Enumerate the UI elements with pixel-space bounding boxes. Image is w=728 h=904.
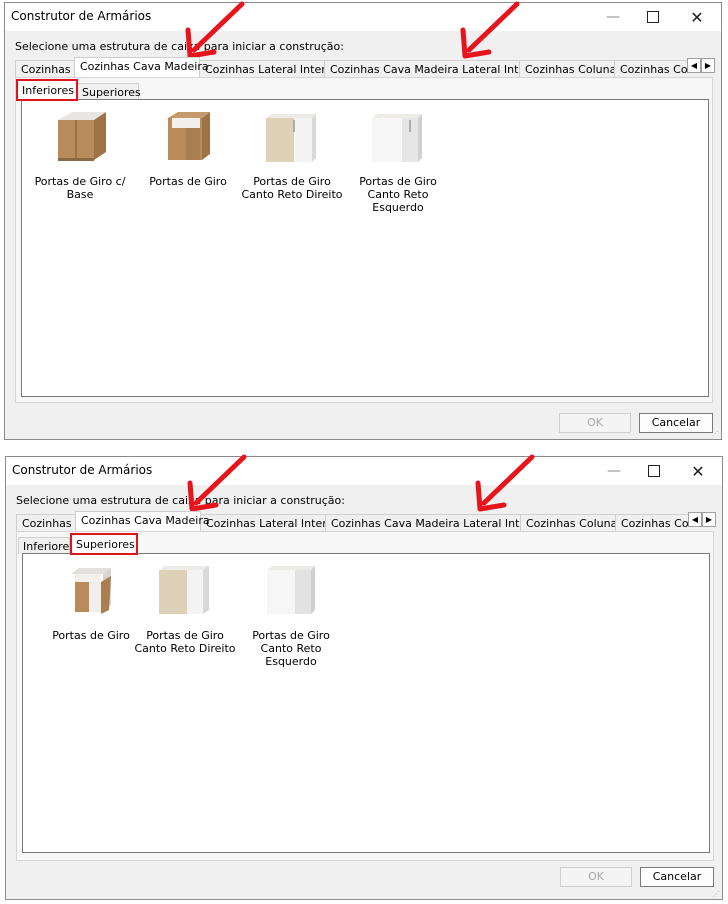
close-button[interactable]: ✕ [678, 457, 718, 485]
tab-scroll-buttons: ◀ ▶ [688, 512, 716, 527]
close-icon: ✕ [690, 7, 704, 27]
wall-corner-cabinet-left-icon [267, 566, 315, 614]
cabinet-two-doors-icon [168, 112, 210, 160]
annotation-arrow-icon [185, 1, 245, 59]
tab-cozinhas-lateral-interna[interactable]: Cozinhas Lateral Interna [200, 514, 340, 531]
list-item[interactable]: Portas de Giro Canto Reto Direito [133, 564, 237, 655]
minimize-button[interactable]: — [593, 3, 633, 31]
category-tabs: Cozinhas Cozinhas Cava Madeira Cozinhas … [15, 57, 713, 77]
list-item[interactable]: Portas de Giro Canto Reto Esquerdo [346, 110, 450, 214]
tab-label: Cozinhas Cava Madeira [80, 60, 209, 73]
tab-label: Cozinhas [21, 63, 71, 76]
item-label: Portas de Giro Canto Reto Esquerdo [252, 629, 330, 668]
ok-button[interactable]: OK [559, 413, 631, 433]
wall-cabinet-open-icon [71, 568, 111, 614]
list-item[interactable]: Portas de Giro [136, 110, 240, 188]
cancel-label: Cancelar [652, 870, 702, 883]
close-icon: ✕ [691, 461, 705, 481]
cancel-button[interactable]: Cancelar [640, 867, 714, 887]
cabinet-builder-window-inferiores: Construtor de Armários — ✕ Selecione uma… [4, 2, 722, 440]
item-label: Portas de Giro Canto Reto Esquerdo [359, 175, 437, 214]
title-bar[interactable]: Construtor de Armários — ✕ [5, 3, 721, 31]
resize-grip-icon[interactable]: ⋰ [713, 890, 721, 898]
cabinet-builder-window-superiores: Construtor de Armários — ✕ Selecione uma… [5, 456, 723, 900]
minimize-button[interactable]: — [594, 457, 634, 485]
item-label: Portas de Giro Canto Reto Direito [134, 629, 236, 655]
list-item[interactable]: Portas de Giro c/ Base [28, 110, 132, 201]
arrow-left-icon: ◀ [691, 515, 699, 524]
annotation-arrow-icon [475, 454, 535, 512]
cancel-label: Cancelar [651, 416, 701, 429]
item-label: Portas de Giro c/ Base [34, 175, 126, 201]
tab-label: Cozinhas Cava Madeira Lateral Interna [331, 517, 545, 530]
corner-cabinet-right-icon [266, 114, 316, 162]
window-title: Construtor de Armários [12, 463, 153, 477]
tab-cozinhas-cava-madeira-lateral-interna[interactable]: Cozinhas Cava Madeira Lateral Interna [325, 514, 544, 531]
tab-cozinhas-colunas[interactable]: Cozinhas Colunas [519, 60, 622, 77]
corner-cabinet-left-icon [372, 114, 422, 162]
subtab-label: Superiores [82, 86, 141, 99]
maximize-button[interactable] [634, 457, 674, 485]
tab-cozinhas[interactable]: Cozinhas [16, 514, 76, 531]
resize-grip-icon[interactable]: ⋰ [712, 430, 720, 438]
close-button[interactable]: ✕ [677, 3, 717, 31]
tab-label: Cozinhas Lateral Interna [206, 517, 341, 530]
tab-scroll-left-button[interactable]: ◀ [687, 58, 701, 73]
ok-label: OK [587, 416, 603, 429]
maximize-button[interactable] [633, 3, 673, 31]
tab-label: Cozinhas Cava Madeira Lateral Interna [330, 63, 544, 76]
tab-scroll-right-button[interactable]: ▶ [701, 58, 715, 73]
subtab-label: Superiores [76, 538, 135, 551]
arrow-left-icon: ◀ [690, 61, 698, 70]
arrow-right-icon: ▶ [705, 515, 713, 524]
tab-label: Cozinhas [22, 517, 72, 530]
tab-label: Cozinhas Colunas [525, 63, 623, 76]
minimize-icon: — [606, 9, 620, 25]
list-item[interactable]: Portas de Giro Canto Reto Direito [240, 110, 344, 201]
minimize-icon: — [607, 463, 621, 479]
tab-label: Cozinhas Lateral Interna [205, 63, 340, 76]
item-label: Portas de Giro Canto Reto Direito [241, 175, 343, 201]
list-item[interactable]: Portas de Giro [39, 564, 143, 642]
cancel-button[interactable]: Cancelar [639, 413, 713, 433]
title-bar[interactable]: Construtor de Armários — ✕ [6, 457, 722, 485]
subtab-inferiores[interactable]: Inferiores [18, 537, 75, 554]
tab-label: Cozinhas Cava Madeira [81, 514, 210, 527]
tab-scroll-buttons: ◀ ▶ [687, 58, 715, 73]
instruction-text: Selecione uma estrutura de caixa para in… [16, 494, 345, 507]
subtab-inferiores[interactable]: Inferiores [16, 79, 78, 101]
cabinet-two-doors-base-icon [58, 112, 106, 161]
annotation-arrow-icon [460, 1, 520, 59]
maximize-icon [647, 11, 659, 23]
arrow-right-icon: ▶ [704, 61, 712, 70]
instruction-label: Selecione uma estrutura de caixa para in… [16, 494, 345, 507]
subcategory-tabs: Inferiores Superiores [18, 533, 318, 555]
item-label: Portas de Giro [52, 629, 130, 642]
tab-cozinhas[interactable]: Cozinhas [15, 60, 75, 77]
tab-cozinhas-colunas[interactable]: Cozinhas Colunas [520, 514, 623, 531]
subtab-label: Inferiores [23, 540, 75, 553]
list-item[interactable]: Portas de Giro Canto Reto Esquerdo [239, 564, 343, 668]
subtab-label: Inferiores [22, 84, 74, 97]
category-tabs: Cozinhas Cozinhas Cava Madeira Cozinhas … [16, 511, 714, 531]
structure-list[interactable]: Portas de Giro c/ Base Portas de Giro Po… [21, 99, 709, 397]
subtab-superiores[interactable]: Superiores [70, 533, 138, 555]
tab-scroll-right-button[interactable]: ▶ [702, 512, 716, 527]
tab-scroll-left-button[interactable]: ◀ [688, 512, 702, 527]
ok-label: OK [588, 870, 604, 883]
tab-cozinhas-lateral-interna[interactable]: Cozinhas Lateral Interna [199, 60, 339, 77]
tab-cozinhas-cava-madeira[interactable]: Cozinhas Cava Madeira [75, 511, 210, 531]
tab-cozinhas-cava-madeira-lateral-interna[interactable]: Cozinhas Cava Madeira Lateral Interna [324, 60, 543, 77]
window-title: Construtor de Armários [11, 9, 152, 23]
subcategory-tabs: Inferiores Superiores [16, 79, 317, 101]
annotation-arrow-icon [187, 454, 247, 512]
tab-cozinhas-cava-madeira[interactable]: Cozinhas Cava Madeira [74, 57, 209, 77]
structure-list[interactable]: Portas de Giro Portas de Giro Canto Reto… [22, 553, 710, 853]
item-label: Portas de Giro [149, 175, 227, 188]
wall-corner-cabinet-right-icon [159, 566, 209, 614]
ok-button[interactable]: OK [560, 867, 632, 887]
maximize-icon [648, 465, 660, 477]
tab-label: Cozinhas Colunas [526, 517, 624, 530]
subtab-superiores[interactable]: Superiores [77, 83, 141, 100]
